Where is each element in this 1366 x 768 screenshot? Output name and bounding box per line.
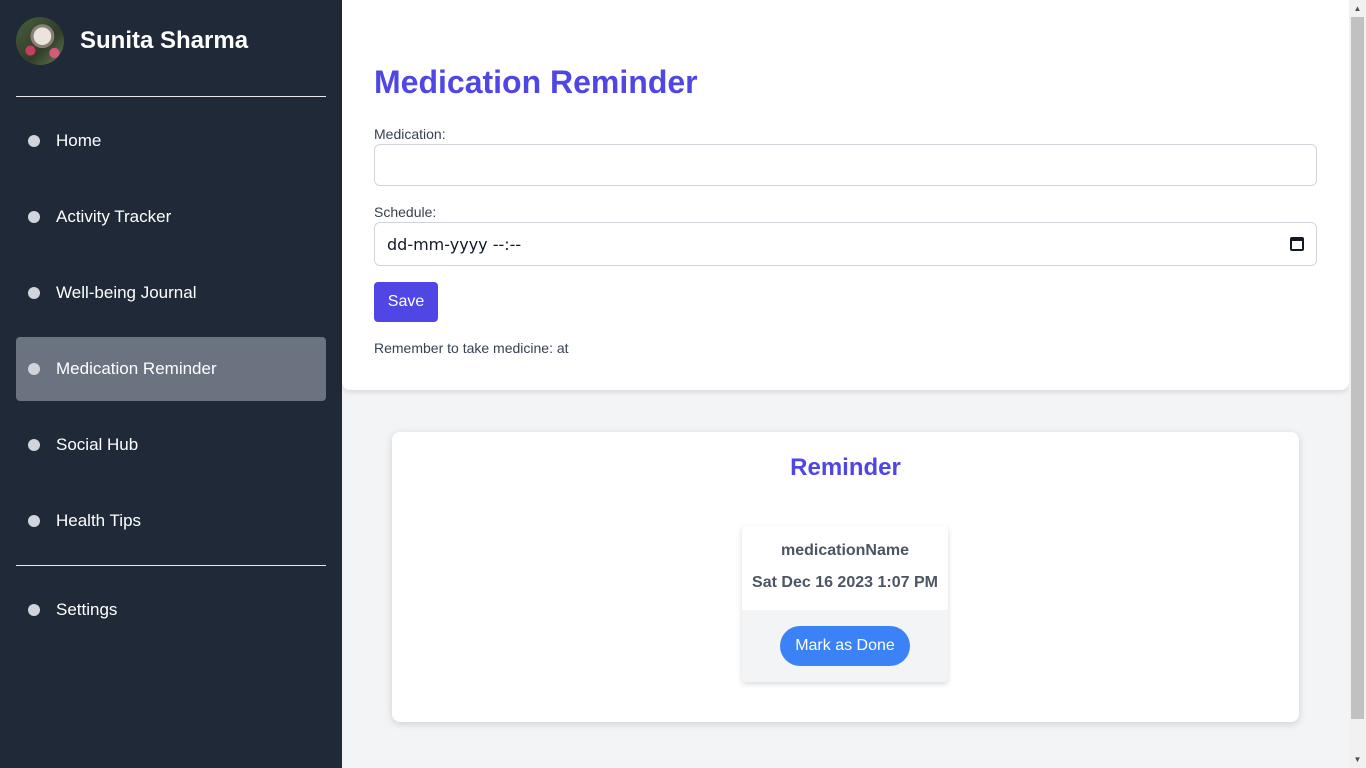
- user-profile[interactable]: Sunita Sharma: [16, 16, 326, 66]
- sidebar-item-label: Health Tips: [56, 511, 142, 530]
- sidebar-item-label: Social Hub: [56, 435, 139, 454]
- sidebar: Sunita Sharma Home Activity Tracker Well…: [0, 0, 342, 768]
- medication-form-card: Medication Reminder Medication: Schedule…: [342, 0, 1349, 390]
- dot-icon: [28, 515, 40, 527]
- sidebar-item-medication-reminder[interactable]: Medication Reminder: [16, 337, 326, 401]
- sidebar-item-label: Settings: [56, 600, 118, 619]
- reminder-time: Sat Dec 16 2023 1:07 PM: [752, 574, 938, 591]
- reminder-item: medicationName Sat Dec 16 2023 1:07 PM M…: [742, 526, 948, 682]
- dot-icon: [28, 604, 40, 616]
- vertical-scrollbar[interactable]: ▲ ▼: [1349, 0, 1366, 768]
- schedule-label: Schedule:: [374, 204, 437, 220]
- sidebar-item-health-tips[interactable]: Health Tips: [16, 489, 326, 553]
- calendar-icon[interactable]: [1290, 237, 1304, 251]
- sidebar-item-label: Activity Tracker: [56, 207, 172, 226]
- reminder-item-footer: Mark as Done: [742, 610, 948, 682]
- sidebar-item-home[interactable]: Home: [16, 109, 326, 173]
- scrollbar-thumb[interactable]: [1351, 17, 1364, 719]
- dot-icon: [28, 135, 40, 147]
- sidebar-item-label: Well-being Journal: [56, 283, 197, 302]
- avatar[interactable]: [16, 17, 64, 65]
- sidebar-item-settings[interactable]: Settings: [16, 578, 326, 642]
- sidebar-nav: Home Activity Tracker Well-being Journal…: [16, 109, 326, 553]
- schedule-datetime-input[interactable]: dd-mm-yyyy --:--: [374, 222, 1317, 266]
- save-button[interactable]: Save: [374, 282, 438, 322]
- dot-icon: [28, 211, 40, 223]
- reminder-card: Reminder medicationName Sat Dec 16 2023 …: [392, 432, 1299, 722]
- sidebar-item-well-being-journal[interactable]: Well-being Journal: [16, 261, 326, 325]
- scroll-up-arrow-icon[interactable]: ▲: [1349, 0, 1366, 17]
- sidebar-item-social-hub[interactable]: Social Hub: [16, 413, 326, 477]
- sidebar-divider: [16, 96, 326, 97]
- medication-label: Medication:: [374, 126, 446, 142]
- dot-icon: [28, 439, 40, 451]
- sidebar-divider: [16, 565, 326, 566]
- reminder-title: Reminder: [790, 454, 901, 481]
- reminder-medication-name: medicationName: [780, 542, 910, 559]
- user-name: Sunita Sharma: [80, 27, 249, 54]
- sidebar-item-activity-tracker[interactable]: Activity Tracker: [16, 185, 326, 249]
- dot-icon: [28, 363, 40, 375]
- sidebar-item-label: Home: [56, 131, 102, 150]
- page-title: Medication Reminder: [374, 64, 698, 100]
- medication-input[interactable]: [374, 144, 1317, 186]
- reminder-preview-text: Remember to take medicine: at: [374, 340, 569, 356]
- dot-icon: [28, 287, 40, 299]
- sidebar-item-label: Medication Reminder: [56, 359, 217, 378]
- mark-as-done-button[interactable]: Mark as Done: [780, 626, 910, 666]
- scroll-down-arrow-icon[interactable]: ▼: [1349, 751, 1366, 768]
- schedule-placeholder: dd-mm-yyyy --:--: [387, 234, 522, 254]
